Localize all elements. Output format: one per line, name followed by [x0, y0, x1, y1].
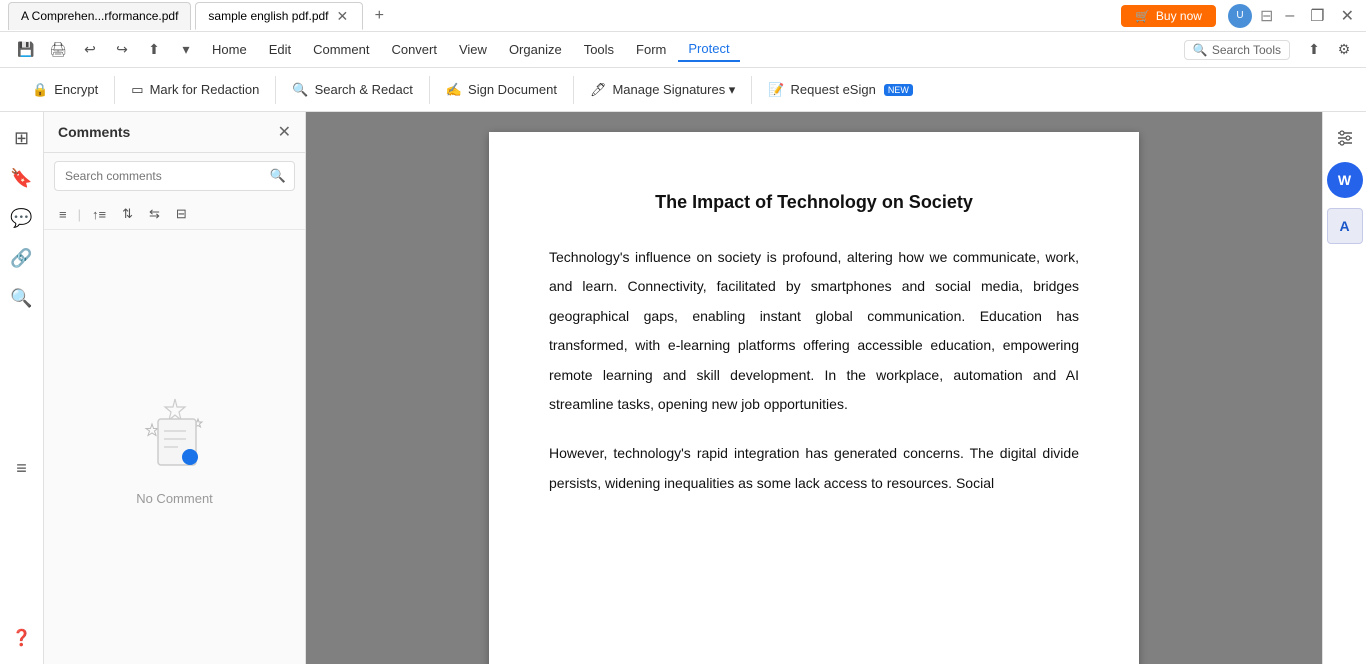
encrypt-icon: 🔒 — [32, 82, 48, 98]
buy-now-button[interactable]: 🛒 Buy now — [1121, 5, 1216, 27]
tab-1-label: A Comprehen...rformance.pdf — [21, 9, 178, 23]
menu-form[interactable]: Form — [626, 38, 676, 61]
mark-redaction-icon: ▭ — [131, 82, 143, 98]
protect-toolbar: 🔒 Encrypt ▭ Mark for Redaction 🔍 Search … — [0, 68, 1366, 112]
window-restore-button[interactable]: ❐ — [1306, 6, 1328, 26]
menu-view[interactable]: View — [449, 38, 497, 61]
search-tools-label: Search Tools — [1212, 43, 1281, 57]
window-controls: U ⊟ – ❐ ✕ — [1228, 4, 1358, 28]
settings-icon[interactable]: ⚙ — [1330, 36, 1358, 64]
main-area: ⊞ 🔖 💬 🔗 🔍 ≡ ❓ Comments ✕ 🔍 ≡ | ↑≡ ⇅ ⇆ ⊟ — [0, 112, 1366, 664]
help-icon[interactable]: ❓ — [4, 620, 40, 656]
sidebar-icon-search[interactable]: 🔍 — [4, 280, 40, 316]
minimize-icon: ⊟ — [1260, 6, 1273, 26]
window-minimize-button[interactable]: – — [1281, 7, 1298, 25]
search-redact-icon: 🔍 — [292, 82, 308, 98]
comments-close-icon[interactable]: ✕ — [278, 122, 291, 142]
manage-signatures-icon: 🖊 — [590, 82, 607, 98]
tab-2[interactable]: sample english pdf.pdf ✕ — [195, 2, 363, 30]
menu-bar: 💾 🖨 ↩ ↪ ⬆ ▾ Home Edit Comment Convert Vi… — [0, 32, 1366, 68]
manage-signatures-button[interactable]: 🖊 Manage Signatures ▾ — [574, 76, 752, 104]
comments-panel: Comments ✕ 🔍 ≡ | ↑≡ ⇅ ⇆ ⊟ — [44, 112, 306, 664]
search-comments-input[interactable] — [55, 163, 262, 189]
ai-icon: A — [1339, 218, 1349, 234]
ai-assistant-button[interactable]: A — [1327, 208, 1363, 244]
expand-button[interactable]: ⇅ — [117, 203, 138, 225]
word-ai-button[interactable]: W — [1327, 162, 1363, 198]
filter-button[interactable]: ≡ — [54, 204, 72, 225]
filter-settings-icon[interactable] — [1327, 120, 1363, 156]
menu-comment[interactable]: Comment — [303, 38, 379, 61]
request-esign-button[interactable]: 📝 Request eSign NEW — [752, 76, 928, 104]
upload-icon[interactable]: ⬆ — [1300, 36, 1328, 64]
title-bar: A Comprehen...rformance.pdf sample engli… — [0, 0, 1366, 32]
comments-title: Comments — [58, 124, 130, 140]
no-comment-illustration — [130, 389, 220, 479]
menu-tools[interactable]: Tools — [574, 38, 624, 61]
word-icon: W — [1338, 172, 1351, 188]
sidebar-icon-comments[interactable]: 💬 — [4, 200, 40, 236]
toolbar-icons: 💾 🖨 ↩ ↪ ⬆ ▾ — [12, 36, 200, 64]
cart-icon: 🛒 — [1135, 9, 1150, 23]
tab-2-close-icon[interactable]: ✕ — [335, 8, 351, 25]
sidebar-icon-layers[interactable]: ≡ — [4, 450, 40, 486]
document-area[interactable]: The Impact of Technology on Society Tech… — [306, 112, 1322, 664]
window-close-button[interactable]: ✕ — [1337, 6, 1358, 26]
search-tools-icon: 🔍 — [1193, 43, 1208, 57]
mark-redaction-button[interactable]: ▭ Mark for Redaction — [115, 76, 276, 104]
request-esign-icon: 📝 — [768, 82, 784, 98]
comments-toolbar: ≡ | ↑≡ ⇅ ⇆ ⊟ — [44, 199, 305, 230]
menu-organize[interactable]: Organize — [499, 38, 572, 61]
share-icon[interactable]: ⬆ — [140, 36, 168, 64]
encrypt-button[interactable]: 🔒 Encrypt — [16, 76, 115, 104]
search-redact-button[interactable]: 🔍 Search & Redact — [276, 76, 429, 104]
comments-search-box: 🔍 — [54, 161, 295, 191]
menu-protect[interactable]: Protect — [678, 37, 739, 62]
document-body: Technology's influence on society is pro… — [549, 243, 1079, 498]
comments-header: Comments ✕ — [44, 112, 305, 153]
sidebar-right: W A — [1322, 112, 1366, 664]
new-tab-button[interactable]: + — [367, 4, 391, 28]
redo-icon[interactable]: ↪ — [108, 36, 136, 64]
tab-2-label: sample english pdf.pdf — [208, 9, 328, 23]
user-avatar[interactable]: U — [1228, 4, 1252, 28]
menu-convert[interactable]: Convert — [381, 38, 447, 61]
save-icon[interactable]: 💾 — [12, 36, 40, 64]
no-comment-text: No Comment — [136, 491, 213, 506]
document-page: The Impact of Technology on Society Tech… — [489, 132, 1139, 664]
sidebar-icon-attachments[interactable]: 🔗 — [4, 240, 40, 276]
sign-document-icon: ✍ — [446, 82, 462, 98]
sign-document-button[interactable]: ✍ Sign Document — [430, 76, 574, 104]
collapse-button[interactable]: ⇆ — [144, 203, 165, 225]
menu-home[interactable]: Home — [202, 38, 257, 61]
undo-icon[interactable]: ↩ — [76, 36, 104, 64]
tab-1[interactable]: A Comprehen...rformance.pdf — [8, 2, 191, 30]
menu-edit[interactable]: Edit — [259, 38, 301, 61]
document-title: The Impact of Technology on Society — [549, 192, 1079, 213]
sidebar-icon-bookmarks[interactable]: 🔖 — [4, 160, 40, 196]
no-comment-area: No Comment — [44, 230, 305, 664]
sidebar-left: ⊞ 🔖 💬 🔗 🔍 ≡ ❓ — [0, 112, 44, 664]
paragraph-2: However, technology's rapid integration … — [549, 439, 1079, 498]
search-tools-box[interactable]: 🔍 Search Tools — [1184, 40, 1290, 60]
paragraph-1: Technology's influence on society is pro… — [549, 243, 1079, 419]
new-badge: NEW — [884, 84, 913, 96]
print-icon[interactable]: 🖨 — [44, 36, 72, 64]
search-icon[interactable]: 🔍 — [262, 162, 294, 190]
sidebar-icon-pages[interactable]: ⊞ — [4, 120, 40, 156]
sort-asc-button[interactable]: ↑≡ — [87, 204, 111, 225]
dropdown-icon[interactable]: ▾ — [172, 36, 200, 64]
filter2-button[interactable]: ⊟ — [171, 203, 192, 225]
